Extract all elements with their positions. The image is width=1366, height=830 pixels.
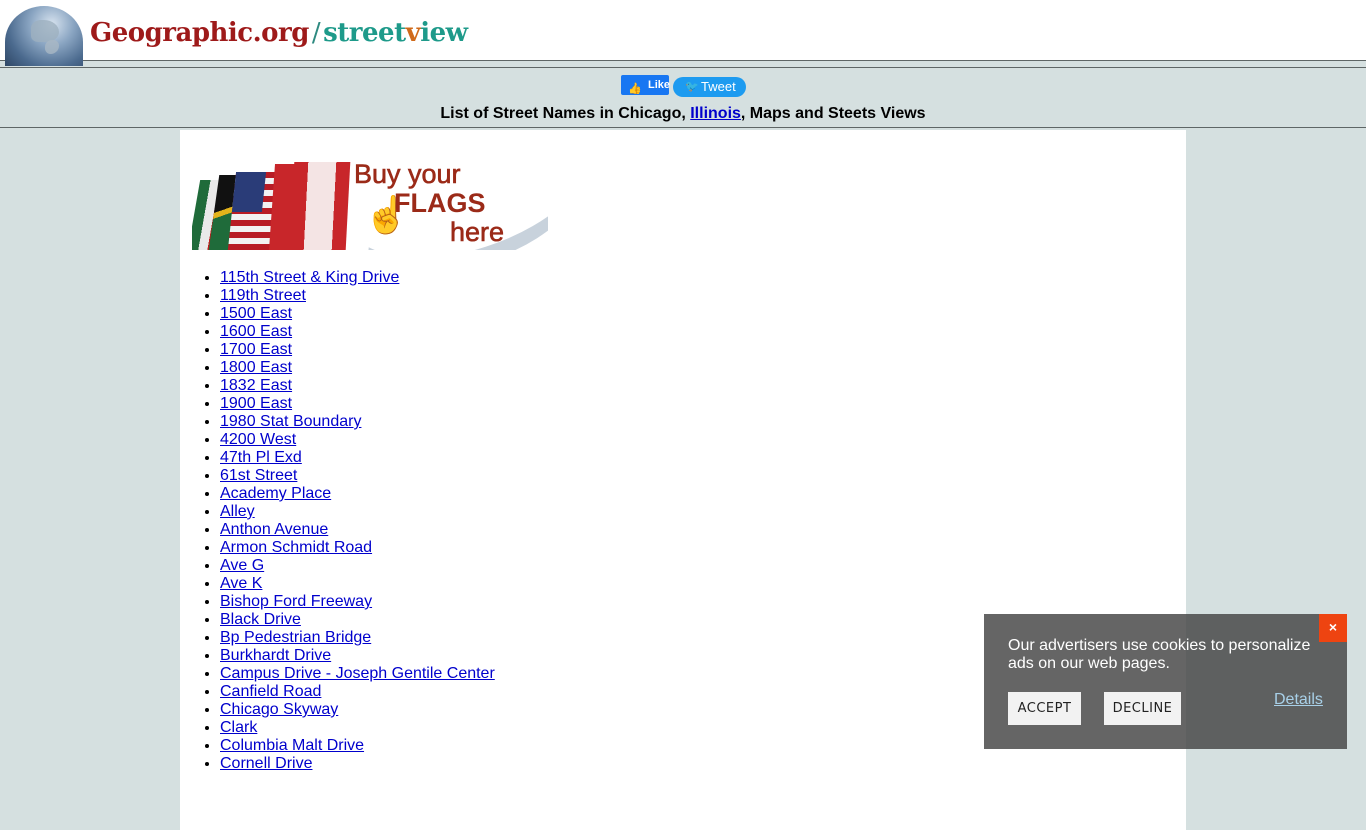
street-link[interactable]: 61st Street	[220, 467, 297, 484]
street-list-item: 1900 East	[220, 395, 495, 413]
street-list-item: Bishop Ford Freeway	[220, 593, 495, 611]
street-list-item: Burkhardt Drive	[220, 647, 495, 665]
street-link[interactable]: Ave K	[220, 575, 262, 592]
street-link[interactable]: Burkhardt Drive	[220, 647, 331, 664]
site-header: Geographic.org / streetview	[0, 0, 1366, 66]
street-list-item: Columbia Malt Drive	[220, 737, 495, 755]
street-list-item: 1700 East	[220, 341, 495, 359]
street-list-item: Clark	[220, 719, 495, 737]
street-link[interactable]: 1980 Stat Boundary	[220, 413, 361, 430]
street-list-item: Academy Place	[220, 485, 495, 503]
title-band: 👍 Like 🐦 Tweet List of Street Names in C…	[0, 67, 1366, 128]
illinois-link[interactable]: Illinois	[690, 105, 741, 122]
street-list-item: Anthon Avenue	[220, 521, 495, 539]
street-link[interactable]: Black Drive	[220, 611, 301, 628]
close-icon[interactable]: ×	[1319, 614, 1347, 642]
street-link[interactable]: 115th Street & King Drive	[220, 269, 399, 286]
decline-button[interactable]: DECLINE	[1104, 692, 1181, 725]
logo-slash: /	[311, 18, 321, 48]
thumbs-up-icon: 👍	[628, 83, 642, 95]
street-list-item: 47th Pl Exd	[220, 449, 495, 467]
street-link[interactable]: 119th Street	[220, 287, 306, 304]
street-link[interactable]: 1500 East	[220, 305, 292, 322]
street-link[interactable]: Cornell Drive	[220, 755, 312, 772]
street-list-item: Ave G	[220, 557, 495, 575]
street-link[interactable]: 1832 East	[220, 377, 292, 394]
street-list-item: Campus Drive - Joseph Gentile Center	[220, 665, 495, 683]
site-logo[interactable]: Geographic.org / streetview	[90, 18, 468, 48]
street-link[interactable]: Columbia Malt Drive	[220, 737, 364, 754]
street-list-item: 1800 East	[220, 359, 495, 377]
street-list-item: Ave K	[220, 575, 495, 593]
street-link[interactable]: Clark	[220, 719, 257, 736]
street-link[interactable]: Bishop Ford Freeway	[220, 593, 372, 610]
buy-flags-banner[interactable]: Buy your FLAGS here ☝	[192, 160, 548, 250]
street-list-item: Canfield Road	[220, 683, 495, 701]
street-list-item: Bp Pedestrian Bridge	[220, 629, 495, 647]
street-list-item: 115th Street & King Drive	[220, 269, 495, 287]
street-link[interactable]: Bp Pedestrian Bridge	[220, 629, 371, 646]
street-list-item: Black Drive	[220, 611, 495, 629]
street-list-item: 1832 East	[220, 377, 495, 395]
street-list-item: 61st Street	[220, 467, 495, 485]
logo-geographic: Geographic.org	[90, 18, 309, 48]
street-list: 115th Street & King Drive119th Street150…	[180, 269, 495, 773]
logo-streetview: streetview	[323, 18, 468, 48]
facebook-like-button[interactable]: 👍 Like	[621, 75, 671, 95]
street-list-item: 1500 East	[220, 305, 495, 323]
street-list-item: 4200 West	[220, 431, 495, 449]
canada-flag-icon	[289, 162, 351, 250]
street-list-item: 1600 East	[220, 323, 495, 341]
street-link[interactable]: Academy Place	[220, 485, 331, 502]
street-link[interactable]: Campus Drive - Joseph Gentile Center	[220, 665, 495, 682]
street-link[interactable]: Alley	[220, 503, 255, 520]
street-list-item: Chicago Skyway	[220, 701, 495, 719]
cookie-message: Our advertisers use cookies to personali…	[1008, 637, 1311, 672]
street-list-item: 1980 Stat Boundary	[220, 413, 495, 431]
accept-button[interactable]: ACCEPT	[1008, 692, 1081, 725]
street-link[interactable]: Ave G	[220, 557, 264, 574]
street-link[interactable]: 4200 West	[220, 431, 296, 448]
globe-icon[interactable]	[5, 6, 83, 66]
street-link[interactable]: 1800 East	[220, 359, 292, 376]
street-link[interactable]: Canfield Road	[220, 683, 321, 700]
hand-pointer-icon: ☝	[364, 194, 409, 235]
cookie-consent-banner: Our advertisers use cookies to personali…	[984, 614, 1347, 749]
street-link[interactable]: Anthon Avenue	[220, 521, 328, 538]
tweet-button[interactable]: 🐦 Tweet	[673, 77, 746, 97]
street-link[interactable]: Armon Schmidt Road	[220, 539, 372, 556]
street-link[interactable]: Chicago Skyway	[220, 701, 338, 718]
street-list-item: Alley	[220, 503, 495, 521]
street-list-item: Cornell Drive	[220, 755, 495, 773]
street-list-item: Armon Schmidt Road	[220, 539, 495, 557]
street-link[interactable]: 1700 East	[220, 341, 292, 358]
details-link[interactable]: Details	[1274, 691, 1323, 709]
street-list-item: 119th Street	[220, 287, 495, 305]
page-title: List of Street Names in Chicago, Illinoi…	[440, 105, 926, 122]
twitter-bird-icon: 🐦	[685, 81, 699, 93]
tweet-label: Tweet	[701, 79, 736, 94]
like-label: Like	[648, 79, 671, 91]
street-link[interactable]: 1600 East	[220, 323, 292, 340]
street-link[interactable]: 47th Pl Exd	[220, 449, 302, 466]
street-link[interactable]: 1900 East	[220, 395, 292, 412]
